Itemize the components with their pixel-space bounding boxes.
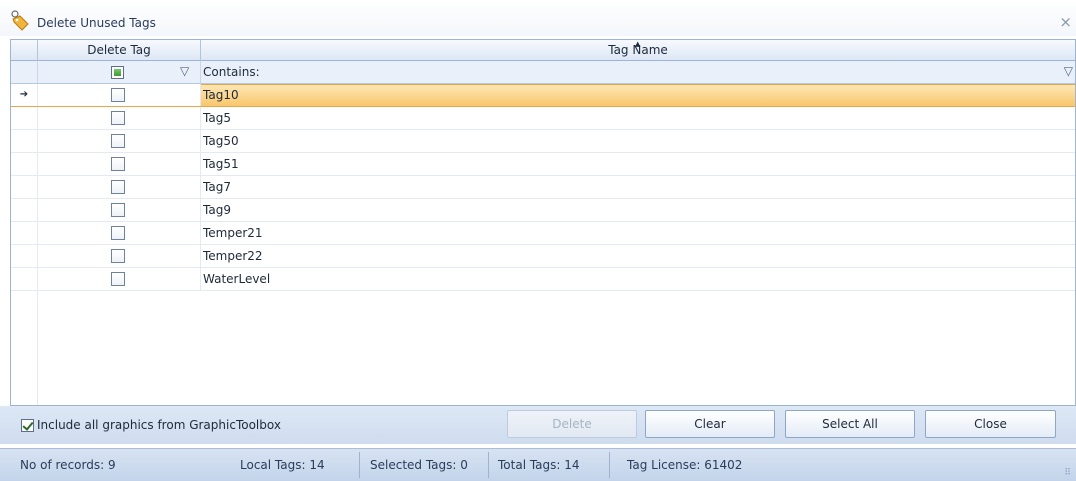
row-indicator-header: [11, 40, 38, 61]
grid-header: Delete Tag Tag Name ▲: [11, 40, 1075, 61]
tag-name: Tag7: [203, 180, 231, 194]
delete-tag-cell: [38, 84, 201, 106]
clear-button[interactable]: Clear: [645, 410, 775, 438]
row-checkbox[interactable]: [111, 249, 125, 263]
status-tag-license: Tag License: 61402: [627, 458, 743, 472]
delete-button[interactable]: Delete: [507, 410, 637, 438]
tags-grid: Delete Tag Tag Name ▲ ▽ Contains: ▽ ➔ Ta…: [10, 39, 1076, 406]
table-row[interactable]: Tag50: [11, 130, 1075, 153]
title-bar: Delete Unused Tags ×: [0, 0, 1076, 36]
status-local-tags: Local Tags: 14: [240, 458, 325, 472]
table-row[interactable]: Tag9: [11, 199, 1075, 222]
filter-row: ▽ Contains: ▽: [11, 61, 1075, 84]
filter-funnel-icon[interactable]: ▽: [180, 64, 189, 78]
status-separator: [609, 452, 610, 478]
filter-cell-delete-tag: ▽: [38, 61, 201, 83]
row-checkbox[interactable]: [111, 134, 125, 148]
row-checkbox[interactable]: [111, 226, 125, 240]
row-checkbox[interactable]: [111, 111, 125, 125]
delete-tag-cell: [38, 153, 201, 175]
table-row[interactable]: Temper21: [11, 222, 1075, 245]
options-bar: Include all graphics from GraphicToolbox…: [0, 406, 1076, 444]
include-graphics-checkbox[interactable]: [21, 418, 34, 432]
filter-row-indicator: [11, 61, 38, 83]
delete-tag-cell: [38, 130, 201, 152]
delete-tag-cell: [38, 199, 201, 221]
column-header-delete-tag[interactable]: Delete Tag: [38, 40, 201, 61]
row-indicator: [11, 176, 38, 198]
delete-tag-cell: [38, 268, 201, 290]
table-row[interactable]: Temper22: [11, 245, 1075, 268]
tag-name: Tag9: [203, 203, 231, 217]
empty-area-indicator: [11, 291, 38, 405]
tag-icon: [11, 10, 29, 31]
status-records: No of records: 9: [20, 458, 116, 472]
tag-name: WaterLevel: [203, 272, 271, 286]
status-total-tags: Total Tags: 14: [498, 458, 580, 472]
delete-tag-cell: [38, 245, 201, 267]
delete-tag-cell: [38, 222, 201, 244]
sort-ascending-icon: ▲: [635, 40, 641, 48]
table-row[interactable]: Tag51: [11, 153, 1075, 176]
status-bar: No of records: 9 Local Tags: 14 Selected…: [0, 448, 1076, 481]
tag-name: Tag5: [203, 111, 231, 125]
tag-name: Temper21: [203, 226, 263, 240]
tag-name: Tag10: [203, 88, 239, 102]
table-row[interactable]: WaterLevel: [11, 268, 1075, 291]
row-checkbox[interactable]: [111, 203, 125, 217]
row-indicator: [11, 222, 38, 244]
filter-checkbox[interactable]: [111, 66, 124, 79]
grid-rows: ➔ Tag10 Tag5 Tag50 Tag51 Tag7 Tag9 Tempe…: [11, 84, 1075, 291]
include-graphics-option[interactable]: Include all graphics from GraphicToolbox: [21, 418, 281, 432]
row-checkbox[interactable]: [111, 157, 125, 171]
table-row[interactable]: Tag5: [11, 107, 1075, 130]
close-icon[interactable]: ×: [1059, 13, 1072, 31]
row-checkbox[interactable]: [111, 272, 125, 286]
row-indicator: [11, 268, 38, 290]
current-row-arrow-icon: ➔: [11, 84, 38, 106]
tag-name: Tag51: [203, 157, 239, 171]
close-button[interactable]: Close: [925, 410, 1056, 438]
filter-funnel-icon[interactable]: ▽: [1064, 64, 1073, 78]
row-checkbox[interactable]: [111, 88, 125, 102]
status-separator: [359, 452, 360, 478]
filter-condition-label[interactable]: Contains:: [203, 65, 260, 79]
table-row[interactable]: ➔ Tag10: [11, 84, 1075, 107]
row-indicator: [11, 153, 38, 175]
row-indicator: [11, 107, 38, 129]
tag-name: Temper22: [203, 249, 263, 263]
select-all-button[interactable]: Select All: [785, 410, 915, 438]
delete-tag-cell: [38, 107, 201, 129]
status-selected-tags: Selected Tags: 0: [370, 458, 468, 472]
row-indicator: [11, 130, 38, 152]
row-indicator: [11, 245, 38, 267]
table-row[interactable]: Tag7: [11, 176, 1075, 199]
delete-tag-cell: [38, 176, 201, 198]
tag-name: Tag50: [203, 134, 239, 148]
status-separator: [488, 452, 489, 478]
tag-name-cell[interactable]: [201, 84, 1075, 106]
row-indicator: [11, 199, 38, 221]
include-graphics-label: Include all graphics from GraphicToolbox: [37, 418, 281, 432]
window-title: Delete Unused Tags: [37, 16, 156, 30]
row-checkbox[interactable]: [111, 180, 125, 194]
resize-grip-icon[interactable]: ⠿: [1064, 468, 1071, 478]
